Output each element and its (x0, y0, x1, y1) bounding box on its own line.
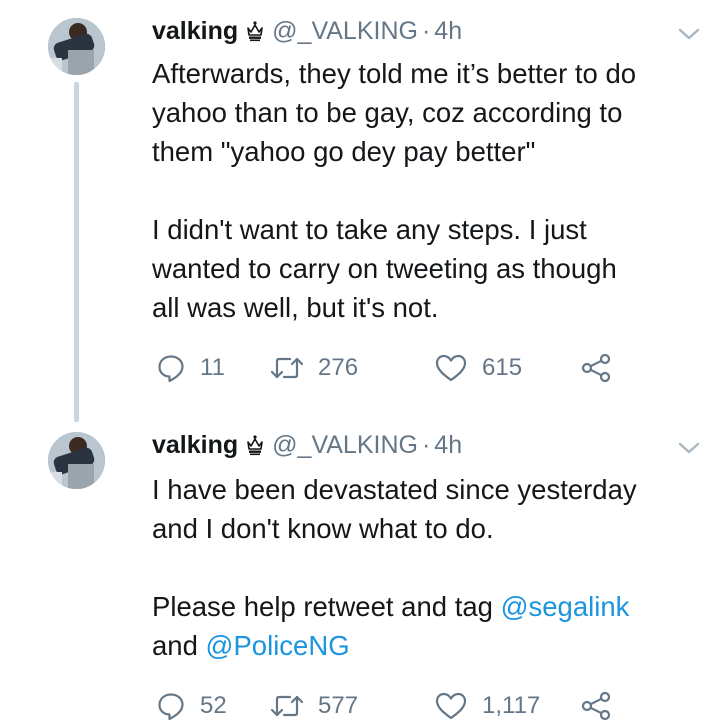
share-button[interactable] (580, 690, 612, 722)
tweet-header: valking @_VALKING · 4h (152, 430, 462, 460)
tweet-text-line: all was well, but it's not. (152, 292, 439, 323)
tweet-text-line: Please help retweet and tag @segalink (152, 587, 712, 626)
reply-count: 52 (200, 692, 227, 719)
tweet-text: Afterwards, they told me it’s better to … (152, 54, 712, 327)
tweet-actions: 52 577 1,117 (152, 690, 632, 722)
tweet-text-line: and @PoliceNG (152, 626, 712, 665)
retweet-icon (270, 691, 304, 721)
separator-dot: · (421, 16, 431, 45)
avatar[interactable] (48, 432, 105, 489)
tweet-text-line: I didn't want to take any steps. I just (152, 214, 587, 245)
heart-icon (434, 691, 468, 721)
text-segment: Please help retweet and tag (152, 591, 501, 622)
share-icon (580, 353, 612, 383)
retweet-button[interactable]: 577 (270, 690, 358, 722)
reply-icon (156, 353, 186, 383)
reply-icon (156, 691, 186, 721)
crown-icon (246, 434, 264, 456)
author-handle[interactable]: @_VALKING (272, 17, 418, 46)
tweet-text-line: wanted to carry on tweeting as though (152, 253, 617, 284)
separator-dot: · (421, 430, 431, 459)
share-icon (580, 691, 612, 721)
chevron-down-icon[interactable] (678, 441, 700, 455)
tweet-text-line: I have been devastated since yesterday (152, 474, 637, 505)
author-name[interactable]: valking (152, 17, 238, 46)
reply-button[interactable]: 11 (156, 352, 225, 384)
retweet-button[interactable]: 276 (270, 352, 358, 384)
tweet-actions: 11 276 615 (152, 352, 632, 384)
timestamp[interactable]: 4h (434, 17, 462, 46)
reply-button[interactable]: 52 (156, 690, 227, 722)
mention-link[interactable]: @PoliceNG (206, 630, 350, 661)
crown-icon (246, 20, 264, 42)
heart-icon (434, 353, 468, 383)
like-button[interactable]: 615 (434, 352, 522, 384)
like-button[interactable]: 1,117 (434, 690, 540, 722)
share-button[interactable] (580, 352, 612, 384)
retweet-count: 577 (318, 692, 359, 719)
thread-line (74, 82, 79, 422)
like-count: 615 (482, 354, 523, 381)
chevron-down-icon[interactable] (678, 27, 700, 41)
like-count: 1,117 (482, 692, 541, 719)
reply-count: 11 (200, 354, 225, 381)
tweet-text-line: yahoo than to be gay, coz according to (152, 97, 623, 128)
text-segment: and (152, 630, 206, 661)
tweet-text-line: them "yahoo go dey pay better" (152, 136, 536, 167)
retweet-icon (270, 353, 304, 383)
author-handle[interactable]: @_VALKING (272, 431, 418, 460)
tweet-text-line: and I don't know what to do. (152, 513, 494, 544)
retweet-count: 276 (318, 354, 359, 381)
avatar[interactable] (48, 18, 105, 75)
timestamp[interactable]: 4h (434, 431, 462, 460)
tweet-text: I have been devastated since yesterday a… (152, 470, 712, 665)
author-name[interactable]: valking (152, 431, 238, 460)
tweet-text-line: Afterwards, they told me it’s better to … (152, 58, 637, 89)
tweet-header: valking @_VALKING · 4h (152, 16, 462, 46)
mention-link[interactable]: @segalink (501, 591, 630, 622)
